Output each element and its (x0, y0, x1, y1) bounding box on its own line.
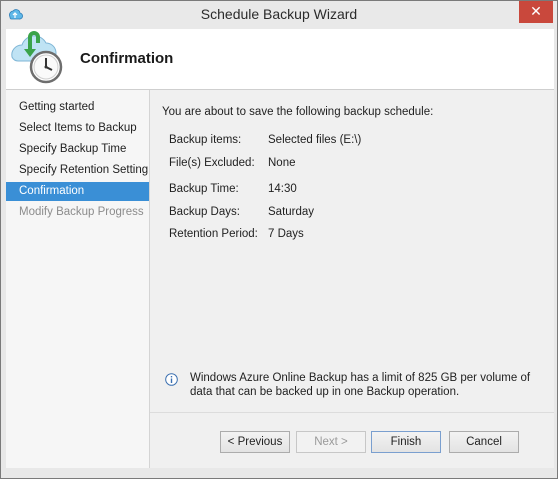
summary-label-backup-items: Backup items: (169, 134, 242, 146)
previous-button[interactable]: < Previous (220, 431, 290, 453)
summary-value-backup-items: Selected files (E:\) (268, 134, 362, 146)
nav-item-backup-time[interactable]: Specify Backup Time (6, 140, 149, 159)
nav-item-confirmation[interactable]: Confirmation (6, 182, 149, 201)
next-button: Next > (296, 431, 366, 453)
wizard-steps-nav: Getting started Select Items to Backup S… (6, 90, 150, 468)
info-icon (165, 373, 178, 386)
backup-clock-icon (11, 31, 63, 84)
wizard-header: Confirmation (6, 29, 554, 90)
summary-label-backup-time: Backup Time: (169, 183, 239, 195)
nav-item-select-items[interactable]: Select Items to Backup (6, 119, 149, 138)
info-message: Windows Azure Online Backup has a limit … (190, 372, 531, 398)
intro-text: You are about to save the following back… (162, 106, 434, 118)
summary-value-backup-days: Saturday (268, 206, 315, 218)
title-bar[interactable]: Schedule Backup Wizard ✕ (1, 1, 557, 29)
close-button[interactable]: ✕ (519, 1, 553, 23)
nav-item-modify-progress: Modify Backup Progress (19, 206, 144, 218)
summary-label-excluded: File(s) Excluded: (169, 157, 255, 169)
footer-divider (150, 412, 554, 413)
wizard-window: Schedule Backup Wizard ✕ Confirmation Ge… (0, 0, 558, 479)
summary-value-excluded: None (268, 157, 296, 169)
wizard-content: You are about to save the following back… (150, 90, 554, 468)
finish-button[interactable]: Finish (371, 431, 441, 453)
summary-label-retention: Retention Period: (169, 228, 258, 240)
summary-label-backup-days: Backup Days: (169, 206, 240, 218)
close-icon: ✕ (530, 3, 542, 19)
nav-item-retention[interactable]: Specify Retention Setting (6, 161, 149, 180)
summary-value-backup-time: 14:30 (268, 183, 297, 195)
page-title: Confirmation (80, 50, 174, 67)
nav-item-getting-started[interactable]: Getting started (6, 98, 149, 117)
summary-value-retention: 7 Days (268, 228, 304, 240)
cancel-button[interactable]: Cancel (449, 431, 519, 453)
window-title: Schedule Backup Wizard (200, 6, 358, 22)
